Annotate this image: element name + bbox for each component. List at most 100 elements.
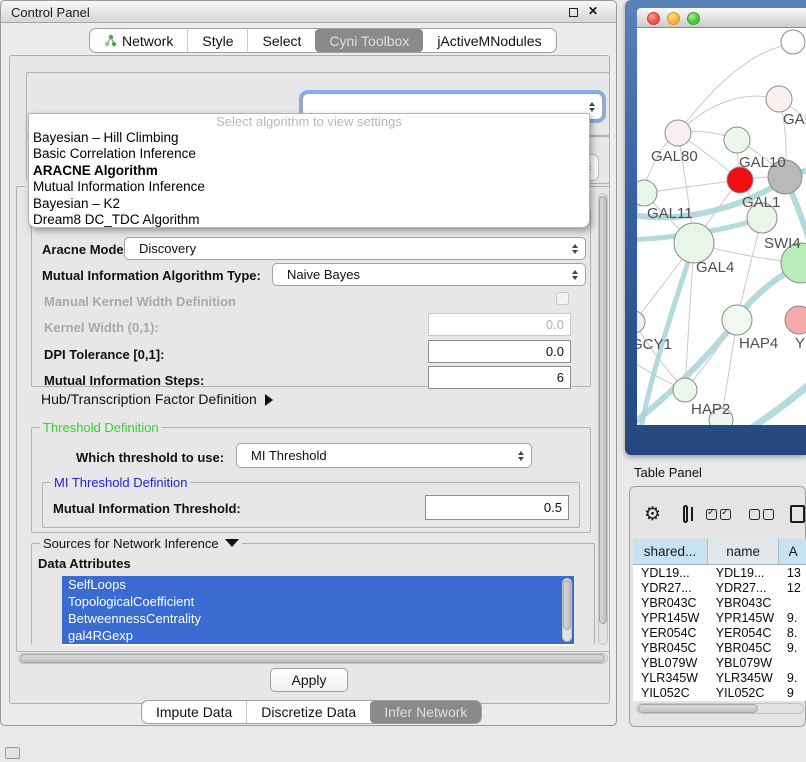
settings-vertical-scrollbar[interactable] <box>598 193 608 645</box>
dpi-tolerance-field[interactable]: 0.0 <box>428 340 571 363</box>
list-item-betweennesscentrality[interactable]: BetweennessCentrality <box>62 610 574 627</box>
list-item-selfloops[interactable]: SelfLoops <box>62 576 574 593</box>
popup-item-mutual-information[interactable]: Mutual Information Inference <box>29 179 589 195</box>
tab-jactivemnodules[interactable]: jActiveMNodules <box>423 29 555 52</box>
gear-icon[interactable]: ⚙ <box>644 503 661 526</box>
scrollbar-thumb[interactable] <box>563 580 571 630</box>
tab-impute-data[interactable]: Impute Data <box>142 701 246 723</box>
mi-type-combo[interactable]: Naive Bayes <box>272 263 586 286</box>
popup-item-basic-correlation[interactable]: Basic Correlation Inference <box>29 146 589 162</box>
node-label: HAP4 <box>739 335 778 352</box>
checked-box-icon <box>706 509 717 520</box>
scrollbar-thumb[interactable] <box>638 704 758 713</box>
tab-infer-network[interactable]: Infer Network <box>370 701 481 723</box>
control-panel-title: Control Panel <box>11 5 90 20</box>
network-graph: GAL GAL80 GAL10 GAL1 GAL11 SWI4 GAL4 GCY… <box>637 28 806 425</box>
tab-label: jActiveMNodules <box>437 33 541 49</box>
settings-horizontal-scrollbar[interactable] <box>18 653 608 664</box>
table-row[interactable]: YLR345WYLR345W9. <box>633 670 806 685</box>
node-gal11[interactable] <box>637 180 657 206</box>
dock-panel-icon[interactable] <box>5 747 20 759</box>
kernel-width-field[interactable]: 0.0 <box>428 313 571 336</box>
mi-steps-field[interactable]: 6 <box>428 366 571 389</box>
tab-style[interactable]: Style <box>187 29 247 52</box>
popup-item-bayesian-k2[interactable]: Bayesian – K2 <box>29 196 589 212</box>
sources-group-title[interactable]: Sources for Network Inference <box>40 536 242 551</box>
combo-arrows-icon <box>572 270 578 280</box>
node-label: GAL1 <box>742 194 780 211</box>
table-row[interactable]: YDL19...YDL19...13 <box>633 565 806 580</box>
node-label: GAL80 <box>651 148 698 165</box>
cell-value: 12 <box>779 581 806 595</box>
select-all-columns-button[interactable] <box>706 509 731 520</box>
collapsed-arrow-icon <box>265 394 273 406</box>
node-gal-partial[interactable] <box>766 86 792 112</box>
kernel-width-label: Kernel Width (0,1): <box>44 320 159 335</box>
minimize-traffic-light-icon[interactable] <box>667 12 680 25</box>
data-attributes-list[interactable]: SelfLoops TopologicalCoefficient Between… <box>62 576 574 646</box>
column-header-name[interactable]: name <box>708 539 779 564</box>
node-hap4[interactable] <box>722 305 752 335</box>
mi-steps-label: Mutual Information Steps: <box>44 373 204 388</box>
hub-tf-definition-label: Hub/Transcription Factor Definition <box>41 391 257 407</box>
which-threshold-value: MI Threshold <box>251 448 327 463</box>
scrollbar-thumb[interactable] <box>20 654 605 663</box>
manual-kernel-checkbox[interactable] <box>556 292 569 305</box>
new-table-icon[interactable] <box>790 505 805 523</box>
control-panel-titlebar[interactable]: Control Panel ✕ <box>1 1 616 23</box>
popup-item-dream8[interactable]: Dream8 DC_TDC Algorithm <box>29 212 589 228</box>
column-header-partial[interactable]: A <box>779 539 806 564</box>
tab-select[interactable]: Select <box>247 29 315 52</box>
list-item-gal4rgexp[interactable]: gal4RGexp <box>62 627 574 644</box>
unselect-all-columns-button[interactable] <box>749 509 774 520</box>
tab-label: Infer Network <box>384 704 467 720</box>
apply-button[interactable]: Apply <box>270 668 348 692</box>
aracne-mode-combo[interactable]: Discovery <box>124 237 586 260</box>
close-icon[interactable]: ✕ <box>588 4 598 18</box>
table-row[interactable]: YPR145WYPR145W9. <box>633 610 806 625</box>
node-partial-top[interactable] <box>781 30 805 54</box>
cell-shared: YDR27... <box>633 581 708 595</box>
unchecked-box-icon <box>763 509 774 520</box>
list-item-topologicalcoefficient[interactable]: TopologicalCoefficient <box>62 593 574 610</box>
mi-threshold-field[interactable]: 0.5 <box>425 495 569 520</box>
control-panel-window: Control Panel ✕ Network Style Select Cyn… <box>0 0 617 726</box>
table-row[interactable]: YBR045CYBR045C9. <box>633 640 806 655</box>
scrollbar-thumb[interactable] <box>599 196 607 624</box>
edge <box>644 180 740 193</box>
split-columns-icon[interactable] <box>683 505 688 523</box>
tab-cyni-toolbox[interactable]: Cyni Toolbox <box>315 29 423 52</box>
node-gal80[interactable] <box>665 120 691 146</box>
network-window-titlebar[interactable] <box>637 8 806 28</box>
table-row[interactable]: YDR27...YDR27...12 <box>633 580 806 595</box>
float-window-icon[interactable] <box>569 8 578 17</box>
node-gal4[interactable] <box>674 223 714 263</box>
node-gal10[interactable] <box>724 127 750 153</box>
attributes-vertical-scrollbar[interactable] <box>562 578 572 642</box>
node-gcy1[interactable] <box>637 311 645 333</box>
table-row[interactable]: YBL079WYBL079W <box>633 655 806 670</box>
tab-discretize-data[interactable]: Discretize Data <box>246 701 370 723</box>
popup-item-bayesian-hill-climbing[interactable]: Bayesian – Hill Climbing <box>29 130 589 146</box>
cell-shared: YBL079W <box>633 656 708 670</box>
popup-item-aracne[interactable]: ARACNE Algorithm <box>29 163 589 179</box>
which-threshold-combo[interactable]: MI Threshold <box>236 443 532 468</box>
zoom-traffic-light-icon[interactable] <box>687 12 700 25</box>
network-canvas[interactable]: GAL GAL80 GAL10 GAL1 GAL11 SWI4 GAL4 GCY… <box>637 28 806 425</box>
table-row[interactable]: YER054CYER054C8. <box>633 625 806 640</box>
mi-threshold-label: Mutual Information Threshold: <box>53 501 241 516</box>
table-horizontal-scrollbar[interactable] <box>636 703 804 714</box>
cell-value: 9. <box>779 641 806 655</box>
close-traffic-light-icon[interactable] <box>647 12 660 25</box>
table-row[interactable]: YBR043CYBR043C <box>633 595 806 610</box>
cell-name: YIL052C <box>708 686 779 700</box>
node-table[interactable]: shared... name A YDL19...YDL19...13 YDR2… <box>633 539 806 701</box>
table-row[interactable]: YIL052CYIL052C9 <box>633 685 806 700</box>
node-hap2[interactable] <box>673 378 697 402</box>
network-view-window[interactable]: GAL GAL80 GAL10 GAL1 GAL11 SWI4 GAL4 GCY… <box>625 0 806 455</box>
hub-tf-definition-toggle[interactable]: Hub/Transcription Factor Definition <box>41 391 273 407</box>
column-header-shared-name[interactable]: shared... <box>633 539 708 564</box>
threshold-definition-title: Threshold Definition <box>40 420 162 435</box>
tab-network[interactable]: Network <box>90 29 187 52</box>
node-y-partial[interactable] <box>785 306 806 334</box>
